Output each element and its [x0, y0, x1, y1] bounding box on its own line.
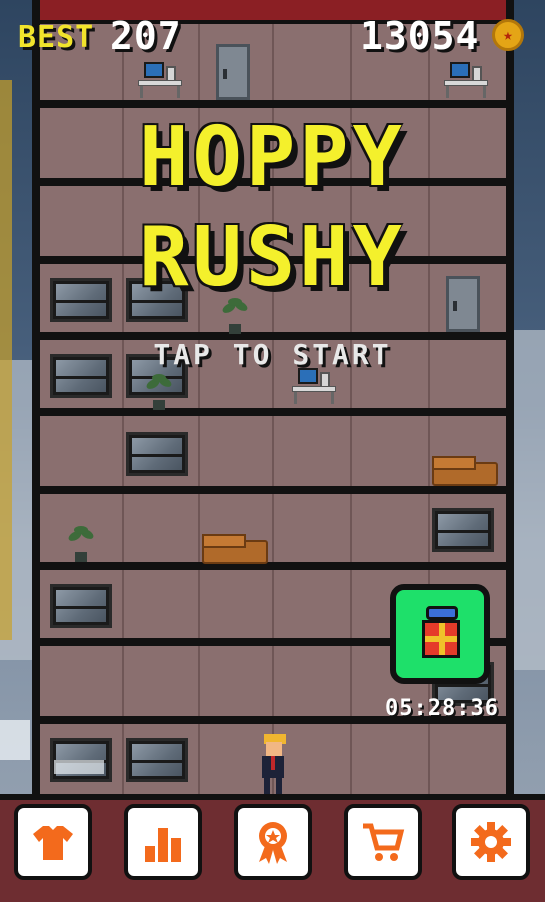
best-score-value: 207	[110, 14, 182, 58]
cart-icon	[363, 823, 405, 861]
shop-skins-button[interactable]	[14, 804, 92, 880]
snow-patch	[0, 720, 30, 760]
building-window	[432, 508, 494, 552]
office-door	[216, 44, 250, 100]
bar-chart-icon	[145, 828, 181, 862]
floor-divider	[32, 486, 514, 494]
shirt-icon	[33, 826, 73, 860]
potted-plant	[66, 526, 96, 562]
floor-divider	[32, 562, 514, 570]
gift-bow	[426, 606, 458, 620]
free-gift-button[interactable]	[390, 584, 490, 684]
building-window	[126, 738, 188, 782]
gift-timer: 05:28:36	[385, 696, 499, 721]
game-title-line1: HOPPY	[139, 110, 406, 205]
best-score-label: BEST	[18, 20, 95, 55]
store-button[interactable]	[344, 804, 422, 880]
floor-divider	[32, 408, 514, 416]
potted-plant	[144, 374, 174, 410]
building-window	[50, 584, 112, 628]
achievements-button[interactable]	[234, 804, 312, 880]
ribbon-badge-icon	[259, 822, 287, 864]
coin-icon: ★	[492, 19, 524, 51]
coin-count: 13054	[360, 14, 480, 58]
office-sofa	[202, 534, 268, 564]
tap-to-start-prompt[interactable]: TAP TO START	[0, 338, 545, 371]
building-window	[126, 432, 188, 476]
office-desk	[292, 368, 336, 406]
gift-icon	[422, 620, 460, 658]
player-character	[258, 734, 288, 794]
game-title-line2: RUSHY	[139, 210, 406, 305]
office-desk	[444, 62, 488, 100]
office-sofa	[432, 456, 498, 486]
office-desk	[138, 62, 182, 100]
settings-button[interactable]	[452, 804, 530, 880]
gear-icon	[471, 822, 511, 862]
leaderboard-button[interactable]	[124, 804, 202, 880]
floor-divider	[32, 100, 514, 108]
snow-patch	[54, 760, 104, 774]
